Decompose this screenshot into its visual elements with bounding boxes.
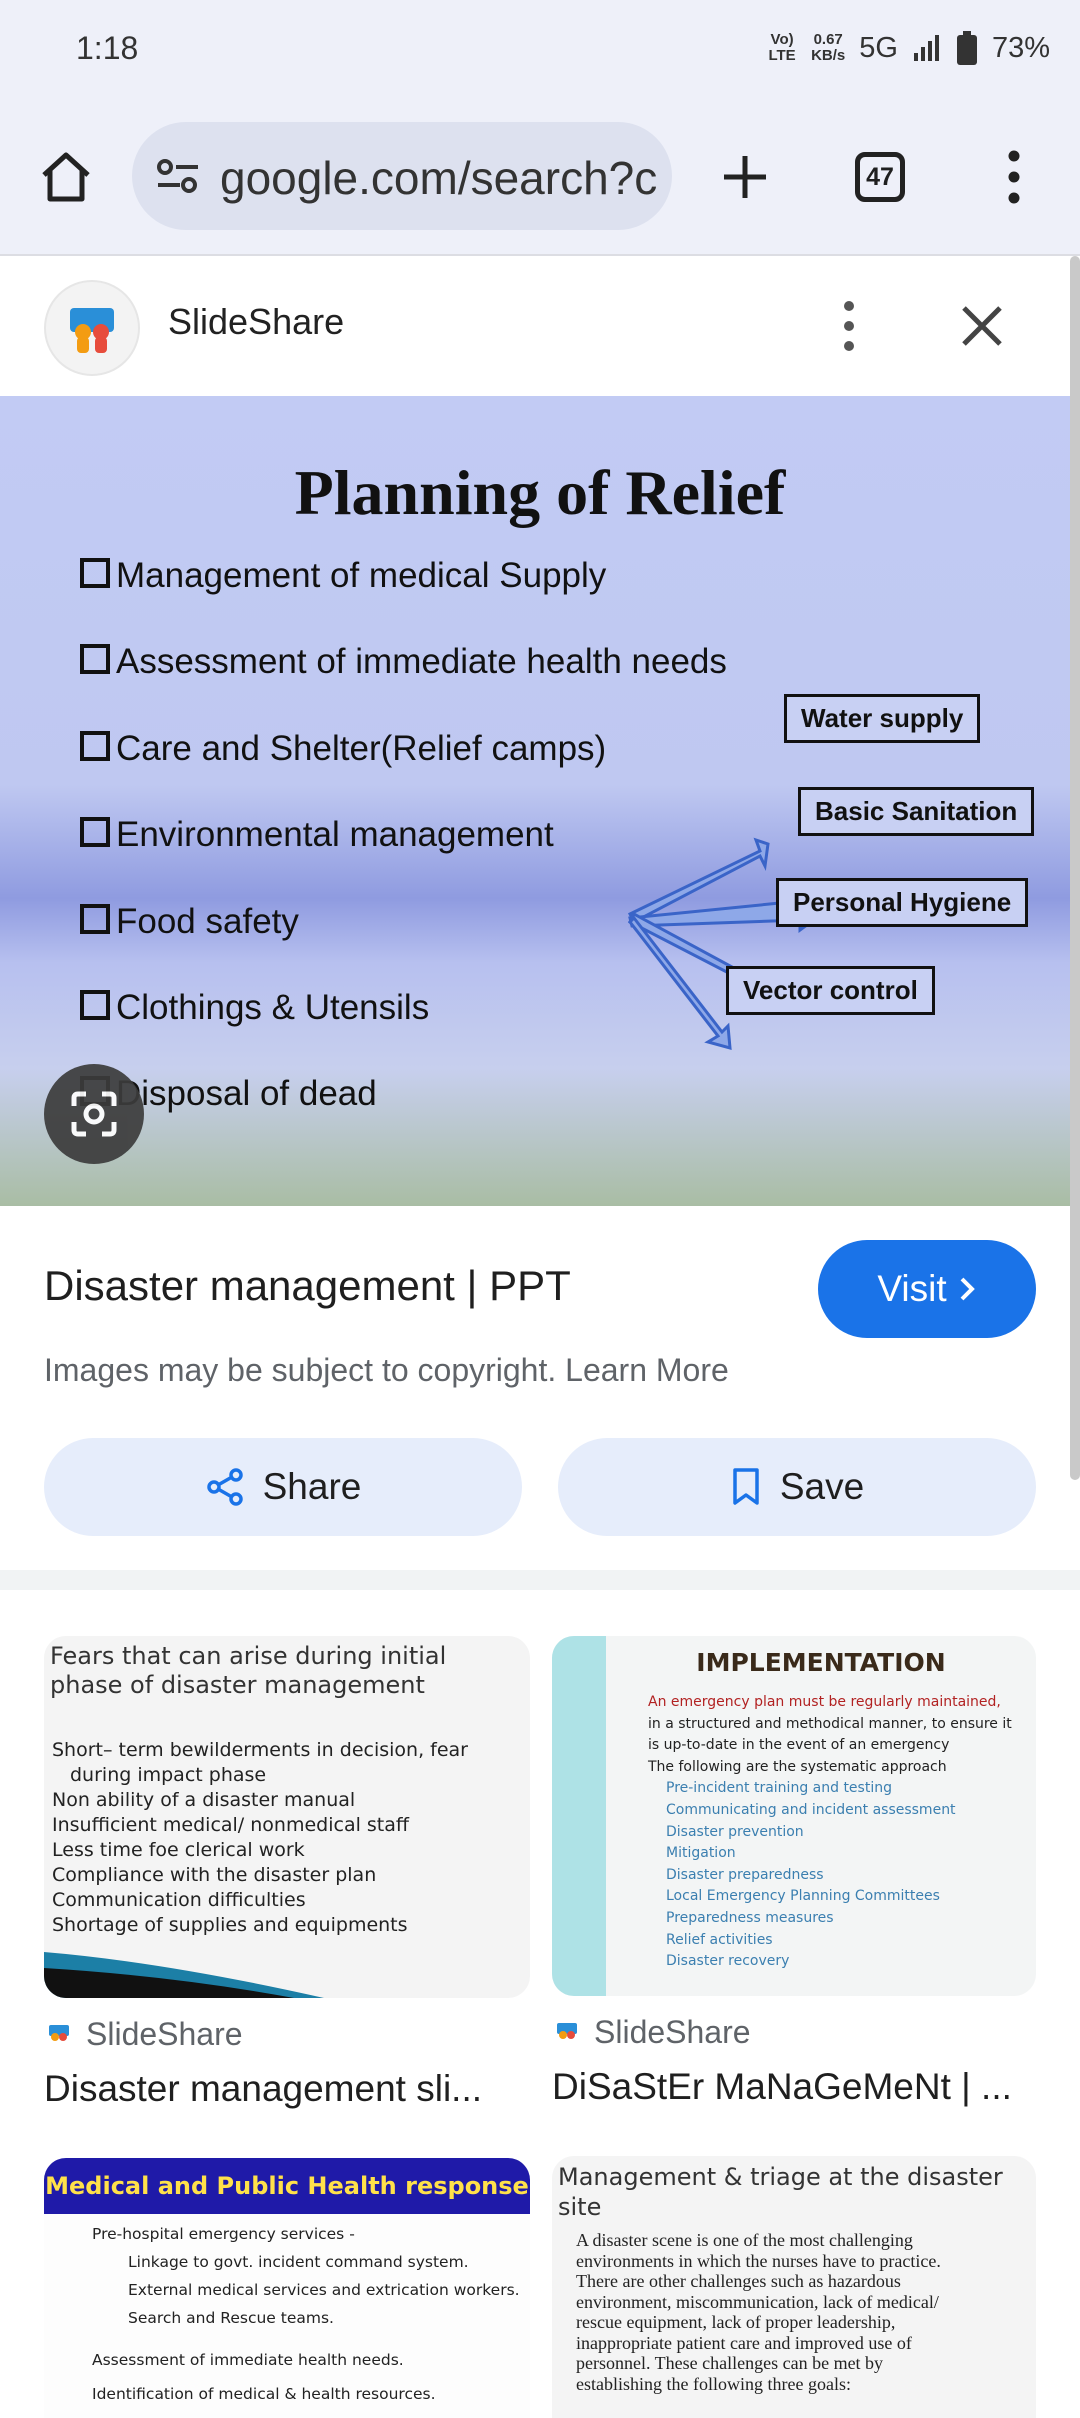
related-title[interactable]: Disaster management sli... [44, 2068, 534, 2110]
related-thumbnail[interactable]: IMPLEMENTATION An emergency plan must be… [552, 1636, 1036, 1996]
section-divider [0, 1570, 1080, 1590]
save-button[interactable]: Save [558, 1438, 1036, 1536]
share-label: Share [262, 1466, 362, 1507]
lens-icon [71, 1091, 117, 1137]
slide-bullet: Management of medical Supply [80, 556, 606, 596]
network-speed-unit: KB/s [811, 47, 846, 64]
thumb-lines: Short– term bewilderments in decision, f… [52, 1739, 468, 1936]
source-name[interactable]: SlideShare [168, 301, 344, 343]
related-source[interactable]: SlideShare [552, 2014, 751, 2051]
address-bar[interactable]: google.com/search?cl [132, 122, 672, 230]
share-icon [206, 1468, 243, 1506]
thumb-heading: IMPLEMENTATION [696, 1648, 946, 1677]
clock: 1:18 [76, 30, 139, 66]
home-icon[interactable] [38, 149, 94, 205]
slide-title: Planning of Relief [294, 457, 786, 528]
network-speed: 0.67 KB/s [811, 32, 845, 64]
slideshare-logo-icon [44, 280, 140, 376]
related-source-name: SlideShare [86, 2016, 243, 2052]
slide-bullet: Clothings & Utensils [80, 988, 429, 1028]
related-title[interactable]: DiSaStEr MaNaGeMeNt | ... [552, 2066, 1042, 2108]
slide-bullet: Food safety [80, 902, 299, 942]
related-thumbnail[interactable]: Management & triage at the disaster site… [552, 2156, 1036, 2418]
panel-more-icon[interactable] [836, 298, 862, 354]
status-bar: 1:18 Vo) LTE 0.67 KB/s 5G 73% [0, 0, 1080, 100]
slide-bullet: Care and Shelter(Relief camps) [80, 729, 606, 769]
slideshare-logo-icon [557, 2022, 577, 2039]
thumb-lines: A disaster scene is one of the most chal… [576, 2230, 941, 2394]
new-tab-icon[interactable] [718, 150, 772, 204]
save-label: Save [779, 1466, 865, 1507]
browser-toolbar: google.com/search?cl 47 [0, 100, 1080, 256]
preview-image[interactable]: Planning of Relief Management of medical… [0, 396, 1080, 1206]
related-thumbnail[interactable]: Fears that can arise during initial phas… [44, 1636, 530, 1998]
bookmark-icon [733, 1468, 759, 1505]
tab-count: 47 [866, 162, 894, 191]
battery-percent: 73% [991, 31, 1050, 64]
slide-tag: Vector control [726, 966, 935, 1015]
slide-bullet: Assessment of immediate health needs [80, 642, 727, 682]
chevron-right-icon [960, 1277, 975, 1301]
status-icons: Vo) LTE 0.67 KB/s 5G 73% [767, 26, 1050, 70]
slide-tag: Personal Hygiene [776, 878, 1029, 927]
slide-tag: Water supply [784, 694, 981, 743]
thumb-lines: Pre-hospital emergency services - Linkag… [92, 2225, 520, 2403]
more-options-icon[interactable] [1000, 148, 1028, 206]
volte-indicator: Vo) LTE [768, 31, 796, 64]
slide-tag: Basic Sanitation [798, 787, 1035, 836]
battery-icon [956, 31, 977, 65]
preview-panel-header: SlideShare [0, 256, 1068, 396]
related-thumbnail[interactable]: Medical and Public Health response Pre-h… [44, 2158, 530, 2418]
slide-bullet: Environmental management [80, 815, 554, 855]
scrollbar[interactable] [1070, 256, 1080, 1480]
network-speed-value: 0.67 [813, 31, 843, 48]
thumb-heading: Management & triage at the disaster site [558, 2163, 1003, 2221]
thumb-heading: Fears that can arise during initial phas… [50, 1642, 447, 1699]
tab-switcher-button[interactable]: 47 [855, 152, 905, 202]
visit-button[interactable]: Visit [818, 1240, 1036, 1338]
visit-label: Visit [877, 1268, 947, 1309]
thumb-decoration [552, 1636, 606, 1996]
network-type: 5G [859, 31, 898, 64]
close-icon[interactable] [958, 302, 1006, 350]
thumb-decoration [44, 1952, 324, 1998]
lens-search-button[interactable] [44, 1064, 144, 1164]
result-title[interactable]: Disaster management | PPT [44, 1262, 571, 1310]
thumb-heading: Medical and Public Health response [44, 2158, 530, 2214]
signal-icon [913, 35, 939, 61]
related-source-name: SlideShare [594, 2014, 751, 2050]
share-button[interactable]: Share [44, 1438, 522, 1536]
thumb-lines: An emergency plan must be regularly main… [648, 1694, 1012, 1970]
slideshare-logo-icon [49, 2024, 69, 2041]
copyright-notice[interactable]: Images may be subject to copyright. Lear… [44, 1352, 729, 1389]
url-text[interactable]: google.com/search?cl [220, 151, 660, 205]
related-source[interactable]: SlideShare [44, 2016, 243, 2053]
site-settings-icon[interactable] [156, 158, 200, 194]
